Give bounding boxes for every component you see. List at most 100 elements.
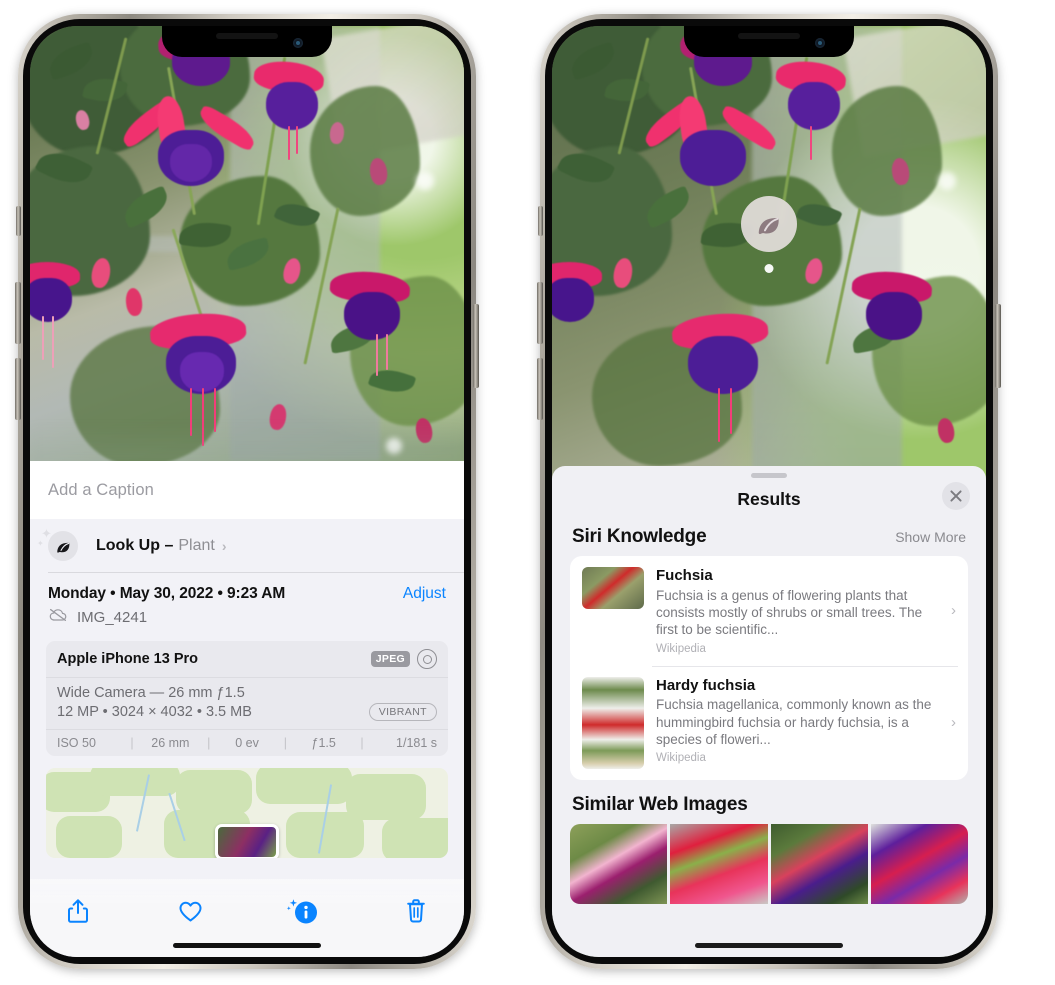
metadata-card[interactable]: Apple iPhone 13 Pro JPEG Wide Camera — 2…: [46, 641, 448, 756]
knowledge-text: Hardy fuchsia Fuchsia magellanica, commo…: [644, 677, 949, 765]
photo-date: Monday • May 30, 2022 • 9:23 AM: [48, 585, 286, 602]
exif-aperture: ƒ1.5: [311, 736, 336, 750]
caption-placeholder[interactable]: Add a Caption: [48, 481, 154, 500]
home-indicator[interactable]: [695, 943, 843, 948]
volume-up-button[interactable]: [537, 282, 543, 344]
mute-switch[interactable]: [538, 206, 543, 236]
knowledge-item[interactable]: Hardy fuchsia Fuchsia magellanica, commo…: [570, 665, 968, 780]
stamen: [288, 126, 290, 160]
knowledge-description: Fuchsia is a genus of flowering plants t…: [656, 587, 923, 638]
stamen: [730, 388, 732, 434]
look-up-label: Look Up –: [96, 537, 174, 554]
size-line: 12 MP • 3024 × 4032 • 3.5 MB: [57, 704, 252, 720]
close-button[interactable]: [942, 482, 970, 510]
similar-image-thumbnail[interactable]: [770, 823, 868, 904]
map-green-area: [346, 774, 426, 820]
volume-down-button[interactable]: [15, 358, 21, 420]
photo-viewer[interactable]: [30, 26, 464, 461]
siri-knowledge-header: Siri Knowledge Show More: [552, 520, 986, 556]
screen-left: Add a Caption ✦ ✦ Look Up – Plant › Mond…: [30, 26, 464, 957]
file-name: IMG_4241: [77, 608, 148, 626]
chevron-right-icon: ›: [221, 538, 227, 554]
stamen: [42, 316, 44, 360]
similar-image-thumbnail[interactable]: [570, 823, 668, 904]
knowledge-thumbnail: [582, 676, 644, 769]
screen-right: Results Siri Knowledge Show More Fuchsia…: [552, 26, 986, 957]
front-camera-icon: [815, 38, 825, 48]
favorite-button[interactable]: [169, 891, 213, 931]
date-row: Monday • May 30, 2022 • 9:23 AM Adjust: [30, 573, 464, 603]
flower-corolla: [866, 292, 922, 340]
results-header: Results: [552, 478, 986, 520]
knowledge-source: Wikipedia: [656, 642, 706, 655]
foreground-blur: [30, 424, 464, 461]
knowledge-title: Hardy fuchsia: [656, 676, 756, 694]
flower-corolla: [688, 336, 758, 394]
bokeh: [938, 172, 956, 190]
show-more-button[interactable]: Show More: [895, 529, 966, 545]
volume-down-button[interactable]: [537, 358, 543, 420]
mute-switch[interactable]: [16, 206, 21, 236]
caption-field-row[interactable]: Add a Caption: [30, 461, 464, 519]
delete-button[interactable]: [394, 891, 438, 931]
stamen: [296, 126, 298, 154]
similar-image-thumbnail[interactable]: [870, 823, 968, 904]
sparkle-icon-small: ✦: [37, 539, 44, 548]
map-photo-pin[interactable]: [215, 824, 279, 858]
flower-corolla: [788, 82, 840, 130]
share-button[interactable]: [56, 891, 100, 931]
power-button[interactable]: [995, 304, 1001, 388]
stamen: [718, 388, 720, 442]
exif-iso: ISO 50: [57, 736, 96, 750]
photo-info-sheet: Add a Caption ✦ ✦ Look Up – Plant › Mond…: [30, 461, 464, 957]
phone-right: Results Siri Knowledge Show More Fuchsia…: [537, 14, 1001, 969]
stamen: [810, 126, 812, 160]
lens-line: Wide Camera — 26 mm ƒ1.5: [57, 685, 245, 701]
metadata-body: Wide Camera — 26 mm ƒ1.5 12 MP • 3024 × …: [46, 678, 448, 730]
chevron-right-icon: ›: [951, 602, 956, 620]
earpiece-speaker: [738, 33, 800, 39]
phone-left: Add a Caption ✦ ✦ Look Up – Plant › Mond…: [15, 14, 479, 969]
exif-focal: 26 mm: [151, 736, 190, 750]
volume-up-button[interactable]: [15, 282, 21, 344]
siri-knowledge-card: Fuchsia Fuchsia is a genus of flowering …: [570, 556, 968, 780]
metadata-header: Apple iPhone 13 Pro JPEG: [46, 641, 448, 678]
bokeh: [416, 172, 434, 190]
location-map[interactable]: [46, 768, 448, 858]
front-camera-icon: [293, 38, 303, 48]
similar-web-images-header: Similar Web Images: [552, 780, 986, 824]
exif-row: ISO 50 | 26 mm | 0 ev | ƒ1.5 | 1/181 s: [46, 730, 448, 756]
home-indicator[interactable]: [173, 943, 321, 948]
exif-ev: 0 ev: [235, 736, 259, 750]
power-button[interactable]: [473, 304, 479, 388]
photographic-style-badge: VIBRANT: [368, 703, 437, 721]
flower-corolla: [344, 292, 400, 340]
map-green-area: [382, 818, 448, 858]
results-title: Results: [737, 488, 801, 509]
icloud-slash-icon: [48, 607, 68, 627]
lens-icon: [417, 649, 437, 669]
look-up-label-group: Look Up – Plant ›: [96, 537, 226, 555]
siri-knowledge-title: Siri Knowledge: [572, 526, 707, 547]
knowledge-thumbnail: [582, 567, 644, 609]
leaf-icon: ✦ ✦: [37, 527, 78, 561]
knowledge-description: Fuchsia magellanica, commonly known as t…: [656, 697, 932, 747]
visual-look-up-badge[interactable]: [741, 196, 797, 252]
knowledge-source: Wikipedia: [656, 752, 706, 765]
info-button[interactable]: [281, 891, 325, 931]
earpiece-speaker: [216, 33, 278, 39]
similar-web-images-grid: [570, 823, 968, 904]
stamen: [376, 334, 378, 376]
adjust-button[interactable]: Adjust: [403, 585, 446, 603]
knowledge-item[interactable]: Fuchsia Fuchsia is a genus of flowering …: [570, 556, 968, 666]
results-sheet: Results Siri Knowledge Show More Fuchsia…: [552, 466, 986, 957]
flower-corolla: [266, 82, 318, 130]
map-green-area: [176, 770, 252, 814]
knowledge-text: Fuchsia Fuchsia is a genus of flowering …: [644, 567, 949, 655]
look-up-row[interactable]: ✦ ✦ Look Up – Plant ›: [30, 519, 464, 573]
visual-look-up-anchor-dot: [764, 264, 774, 273]
stamen: [52, 316, 54, 368]
similar-web-images-title: Similar Web Images: [572, 793, 748, 815]
device-name: Apple iPhone 13 Pro: [57, 651, 198, 667]
similar-image-thumbnail[interactable]: [670, 823, 768, 904]
